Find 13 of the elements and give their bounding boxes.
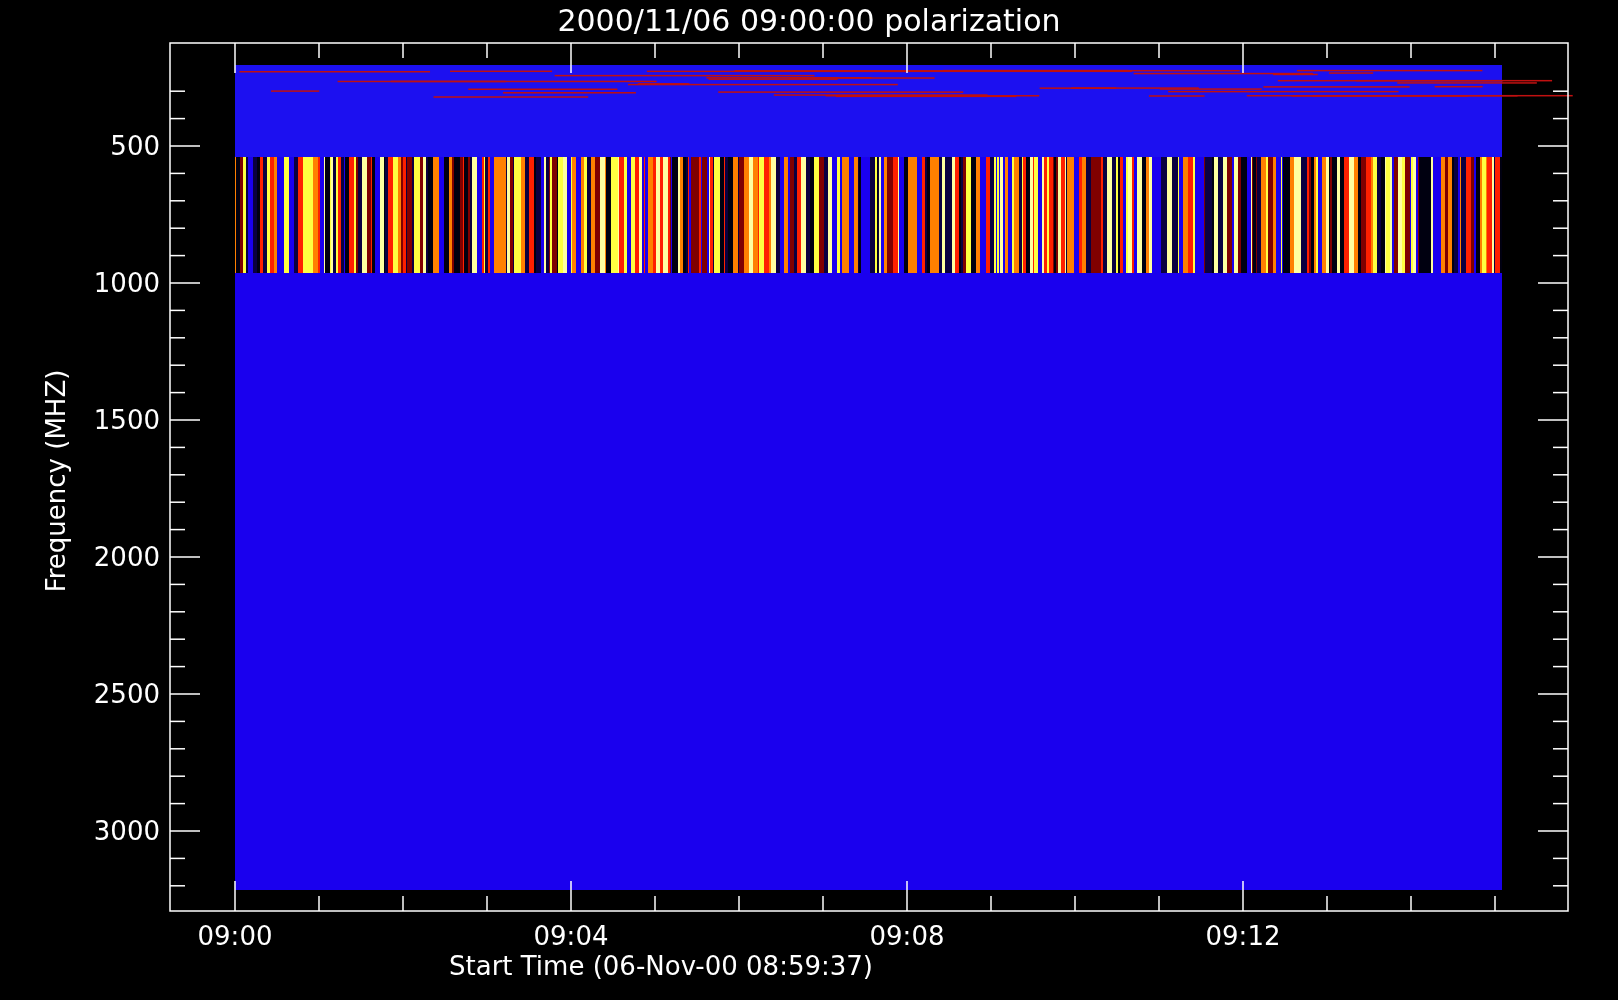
x-tick-label: 09:00 <box>197 921 273 951</box>
y-tick-label: 500 <box>110 131 160 161</box>
x-tick-label: 09:08 <box>869 921 945 951</box>
x-tick-label: 09:04 <box>533 921 609 951</box>
y-tick-label: 2500 <box>93 679 160 709</box>
y-axis-label: Frequency (MHZ) <box>41 369 71 593</box>
y-tick-label: 2000 <box>93 542 160 572</box>
y-tick-label: 3000 <box>93 816 160 846</box>
y-tick-label: 1000 <box>93 268 160 298</box>
x-axis-label: Start Time (06-Nov-00 08:59:37) <box>449 951 873 981</box>
y-tick-label: 1500 <box>93 405 160 435</box>
chart-title: 2000/11/06 09:00:00 polarization <box>557 3 1061 38</box>
x-tick-label: 09:12 <box>1205 921 1281 951</box>
